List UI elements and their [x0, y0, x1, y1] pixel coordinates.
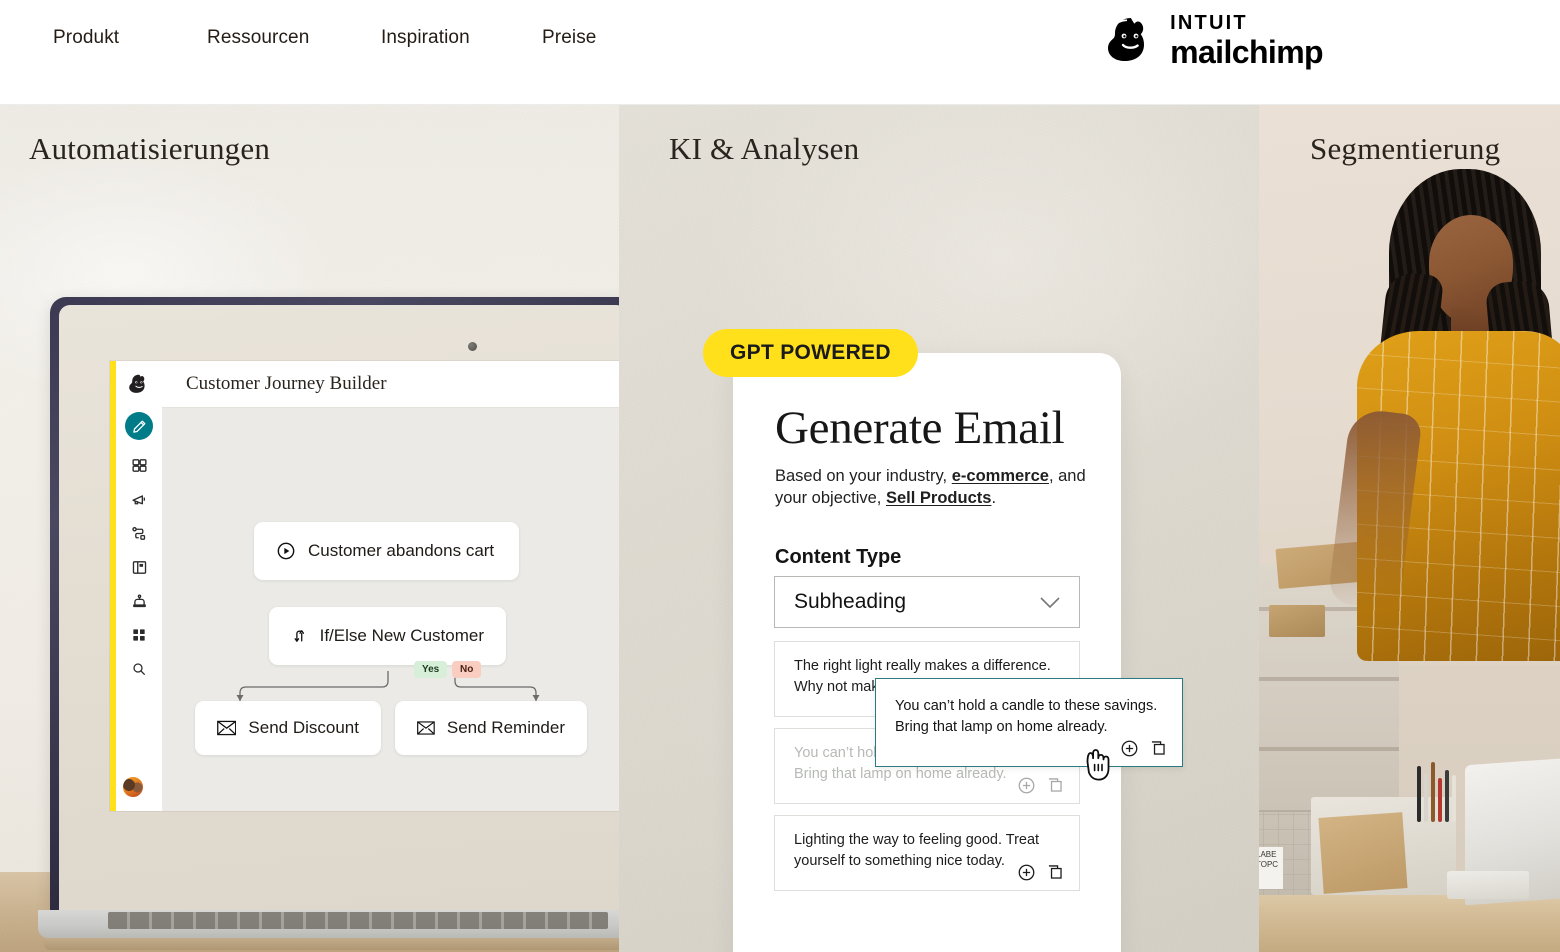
gpt-powered-badge: GPT POWERED [703, 329, 918, 377]
journey-node-trigger[interactable]: Customer abandons cart [254, 522, 519, 580]
branch-label-yes: Yes [414, 661, 448, 678]
laptop-screen: Customer Journey Builder Customer abando… [110, 361, 619, 811]
nav-preise[interactable]: Preise [542, 27, 596, 49]
journey-node-trigger-label: Customer abandons cart [308, 541, 495, 560]
plus-circle-icon[interactable] [1120, 739, 1139, 758]
logo-wordmark: INTUIT mailchimp [1170, 13, 1323, 68]
automation-machine-icon[interactable] [128, 590, 150, 612]
nav-inspiration[interactable]: Inspiration [381, 27, 542, 49]
laptop-device: Customer Journey Builder Customer abando… [38, 297, 619, 952]
play-circle-icon [277, 542, 295, 560]
dragged-suggestion-text: You can’t hold a candle to these savings… [895, 698, 1158, 735]
journey-node-send-reminder[interactable]: Send Reminder [395, 701, 587, 755]
subtitle-part-1: Based on your industry, [775, 467, 952, 485]
journey-node-send-reminder-label: Send Reminder [446, 718, 565, 737]
copy-icon[interactable] [1149, 739, 1168, 758]
apps-grid-icon[interactable] [128, 624, 150, 646]
suggestion-card-3-actions [1017, 863, 1065, 882]
mailchimp-logo-icon[interactable] [127, 371, 152, 396]
content-type-label: Content Type [775, 546, 902, 568]
envelope-icon [417, 721, 435, 735]
campaigns-grid-icon[interactable] [128, 454, 150, 476]
branch-label-no: No [452, 661, 482, 678]
laptop-lid: Customer Journey Builder Customer abando… [50, 297, 619, 910]
search-icon[interactable] [128, 658, 150, 680]
laptop-base [38, 910, 619, 952]
photo-box-label: LA­BE TO­PC [1259, 847, 1283, 889]
user-avatar[interactable] [122, 776, 144, 798]
industry-link[interactable]: e-commerce [952, 467, 1049, 485]
plus-circle-icon[interactable] [1017, 863, 1036, 882]
plus-circle-icon[interactable] [1017, 776, 1036, 795]
suggestion-card-3[interactable]: Lighting the way to feeling good. Treat … [774, 815, 1080, 891]
intuit-mailchimp-logo[interactable]: INTUIT mailchimp [1101, 12, 1324, 68]
panel-ki-analysen: KI & Analysen GPT POWERED Generate Email… [619, 105, 1259, 952]
journey-node-send-discount[interactable]: Send Discount [195, 701, 381, 755]
laptop-keyboard-deck [38, 910, 619, 938]
copy-icon[interactable] [1046, 863, 1065, 882]
dragged-suggestion-card[interactable]: You can’t hold a candle to these savings… [875, 678, 1183, 767]
logo-intuit-text: INTUIT [1170, 11, 1248, 34]
photo-desk [1259, 895, 1560, 952]
desk-under-laptop [44, 938, 619, 950]
laptop-keys [108, 912, 608, 929]
webcam-icon [468, 342, 477, 351]
journey-node-ifelse-label: If/Else New Customer [319, 626, 484, 645]
photo-person [1327, 163, 1560, 683]
panel-title-automatisierungen: Automatisierungen [29, 131, 271, 166]
generate-email-subtitle: Based on your industry, e-commerce, and … [775, 465, 1095, 510]
site-header: Produkt Ressourcen Inspiration Preise IN… [0, 0, 1560, 105]
app-sidebar [116, 361, 162, 811]
photo-pen-cup [1415, 760, 1459, 822]
journey-path-icon[interactable] [128, 522, 150, 544]
grabbing-hand-cursor [1086, 749, 1110, 781]
feature-panels: Automatisierungen Customer Journey Build… [0, 105, 1560, 952]
journey-canvas[interactable]: Customer abandons cart If/Else New Custo… [162, 408, 619, 811]
content-type-select[interactable]: Subheading [774, 576, 1080, 628]
generate-email-card: Generate Email Based on your industry, e… [733, 353, 1121, 952]
panel-segmentierung: LA­BE TO­PC Segmentierung [1259, 105, 1560, 952]
journey-builder-title: Customer Journey Builder [186, 373, 387, 394]
megaphone-icon[interactable] [128, 488, 150, 510]
panel-automatisierungen: Automatisierungen Customer Journey Build… [0, 105, 619, 952]
panel-title-segmentierung: Segmentierung [1310, 131, 1501, 166]
nav-ressourcen[interactable]: Ressourcen [207, 27, 381, 49]
generate-email-title: Generate Email [775, 402, 1065, 454]
journey-node-send-discount-label: Send Discount [248, 718, 359, 737]
laptop-bezel: Customer Journey Builder Customer abando… [59, 305, 619, 910]
nav-produkt[interactable]: Produkt [53, 27, 207, 49]
photo-organizer-envelopes [1318, 812, 1408, 894]
copy-icon[interactable] [1046, 776, 1065, 795]
main-navigation: Produkt Ressourcen Inspiration Preise [53, 27, 596, 49]
envelope-icon [217, 720, 237, 736]
chevron-down-icon [1040, 596, 1060, 608]
logo-mailchimp-text: mailchimp [1170, 33, 1323, 70]
template-icon[interactable] [128, 556, 150, 578]
suggestion-card-2-actions [1017, 776, 1065, 795]
branch-arrows-icon [294, 630, 305, 642]
mailchimp-freddie-icon [1108, 18, 1145, 61]
panel-title-ki-analysen: KI & Analysen [669, 131, 860, 166]
pencil-edit-icon[interactable] [125, 412, 153, 440]
photo-tray [1447, 871, 1529, 899]
subtitle-part-3: . [991, 489, 997, 508]
objective-link[interactable]: Sell Products [886, 489, 991, 507]
app-topbar: Customer Journey Builder [162, 361, 619, 408]
journey-node-ifelse[interactable]: If/Else New Customer [269, 607, 506, 665]
dragged-suggestion-actions [1120, 739, 1168, 758]
content-type-value: Subheading [794, 590, 907, 613]
photo-cardboard-box-2 [1269, 605, 1325, 637]
